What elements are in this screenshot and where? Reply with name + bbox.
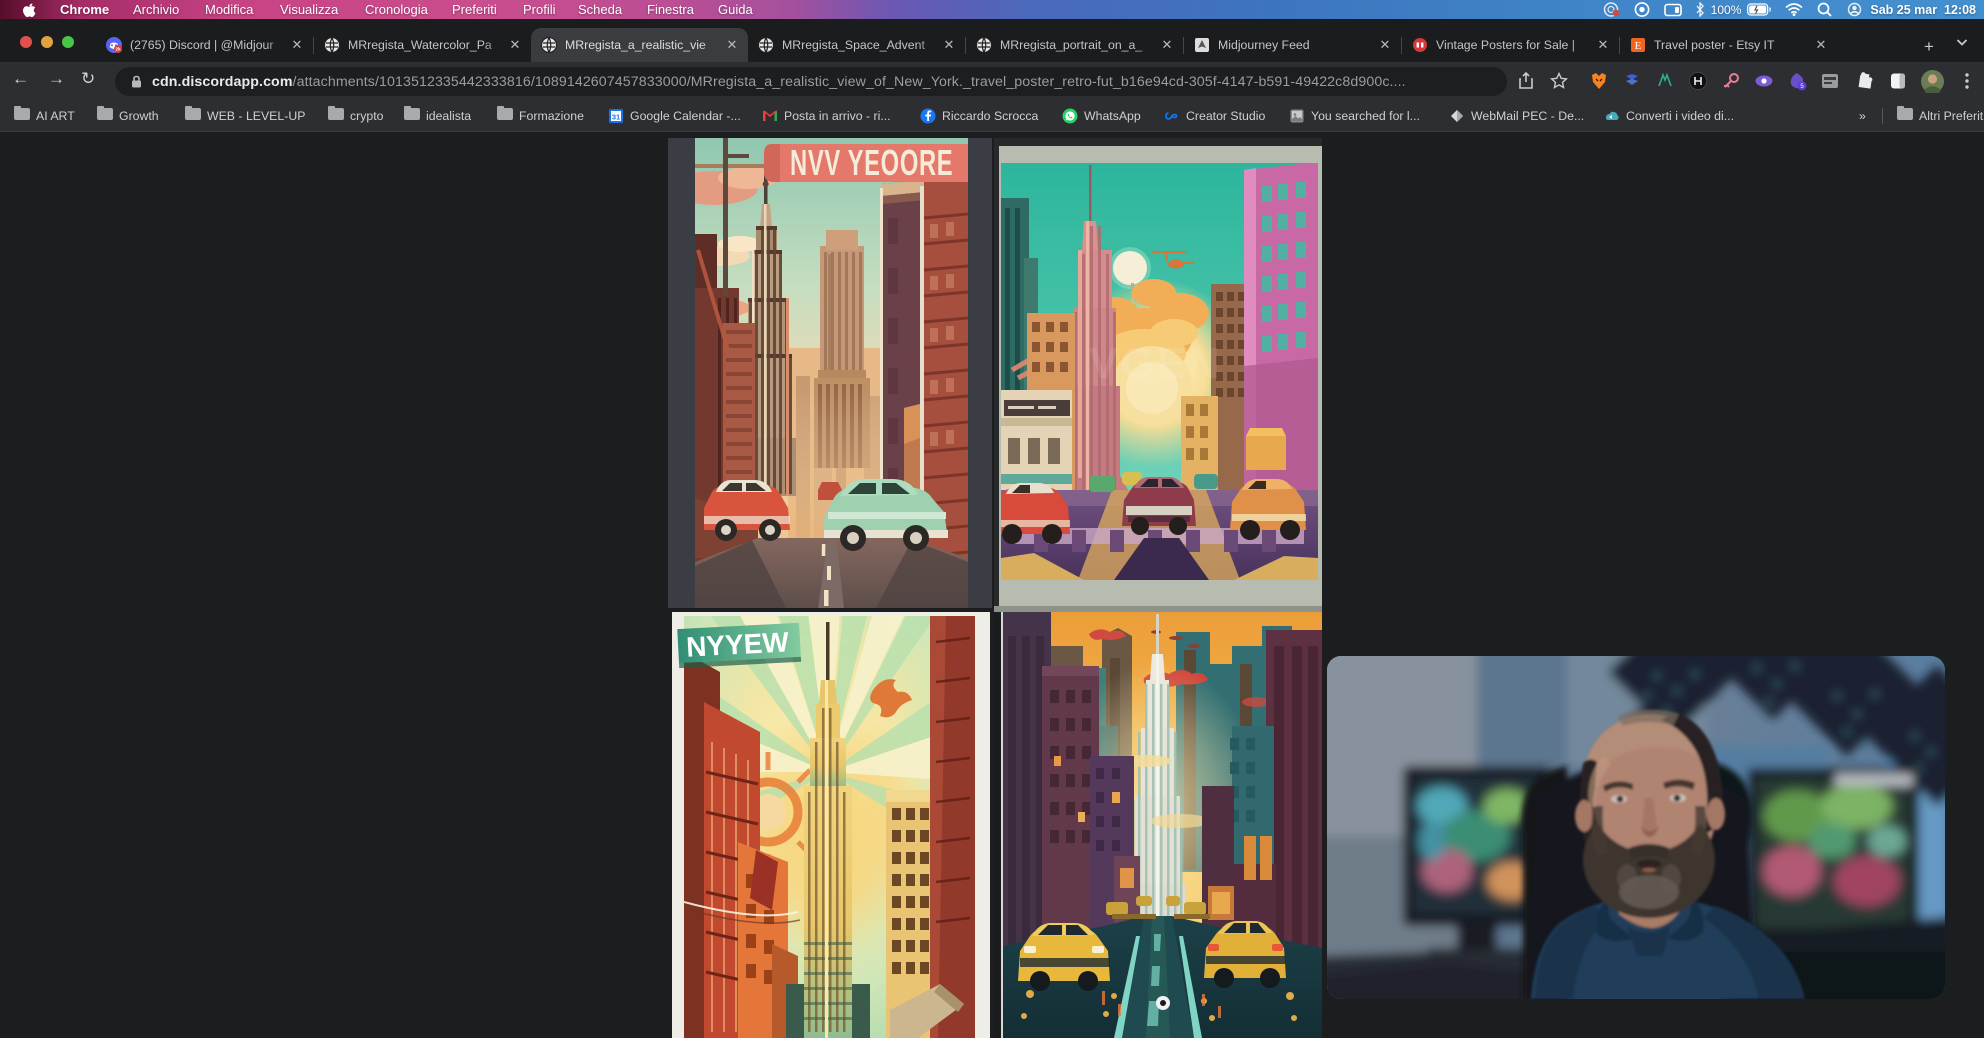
- svg-text:E: E: [1635, 40, 1642, 52]
- svg-text:NVV YEOORE: NVV YEOORE: [790, 143, 953, 183]
- svg-text:VGEN: VGEN: [1089, 339, 1222, 388]
- svg-text:2k: 2k: [115, 47, 121, 52]
- svg-text:31: 31: [612, 113, 620, 122]
- svg-text:NYYEW: NYYEW: [685, 626, 790, 662]
